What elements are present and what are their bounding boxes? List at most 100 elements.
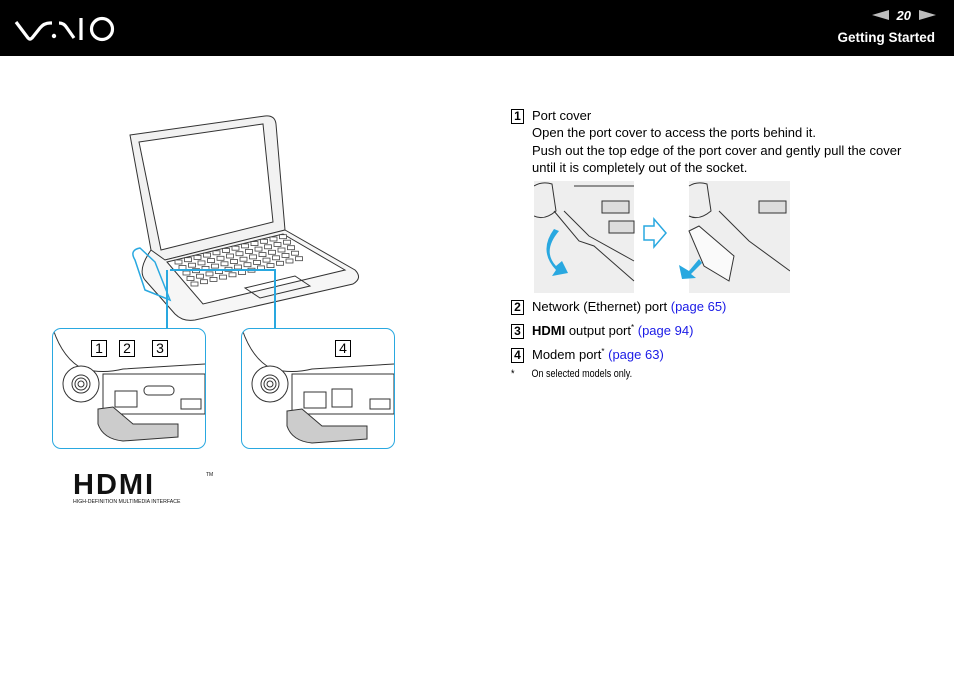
keyboard-key: [268, 249, 276, 255]
port-list: 1 Port cover Open the port cover to acce…: [511, 107, 931, 176]
keyboard-key: [238, 270, 246, 275]
page-94-link[interactable]: (page 94): [638, 323, 694, 338]
keyboard-key: [222, 248, 230, 253]
footnote-marker: *: [601, 346, 605, 356]
keyboard-key: [212, 250, 221, 256]
page-number: 20: [896, 7, 911, 23]
footnote-text: On selected models only.: [531, 367, 633, 380]
vaio-logo: [14, 16, 115, 42]
callout-line-right-h: [170, 269, 275, 271]
page-65-link[interactable]: (page 65): [671, 299, 727, 314]
port-list-continued: 2 Network (Ethernet) port (page 65) 3 HD…: [511, 298, 931, 383]
label-3: 3: [152, 340, 168, 357]
keyboard-key: [193, 254, 202, 260]
keyboard-key: [276, 260, 284, 266]
keyboard-key: [235, 251, 244, 257]
keyboard-key: [197, 260, 206, 266]
keyboard-key: [281, 253, 290, 258]
keyboard-key: [241, 243, 249, 249]
next-page-icon[interactable]: [919, 10, 936, 20]
footnote-marker: *: [631, 322, 635, 332]
page-header: 20 Getting Started: [0, 0, 954, 56]
keyboard-key: [219, 274, 227, 280]
item-description: until it is completely out of the socket…: [532, 159, 748, 175]
item-bold-text: HDMI: [532, 322, 566, 338]
keyboard-key: [196, 273, 204, 279]
keyboard-key: [243, 262, 252, 268]
list-item-hdmi-port: 3 HDMI output port* (page 94): [511, 322, 931, 339]
keyboard-key: [264, 244, 272, 250]
keyboard-key: [216, 255, 225, 261]
label-4: 4: [335, 340, 351, 357]
keyboard-key: [273, 242, 282, 247]
keyboard-key: [226, 253, 234, 259]
keyboard-key: [295, 256, 303, 262]
hdmi-logo-text: HDMI: [73, 470, 155, 501]
list-item-network-port: 2 Network (Ethernet) port (page 65): [511, 298, 931, 315]
item-text: output port: [565, 322, 631, 338]
keyboard-key: [220, 261, 229, 267]
item-title: Port cover: [532, 108, 592, 123]
ports-inset-right: 4: [241, 328, 395, 449]
keyboard-key: [205, 271, 214, 277]
keyboard-key: [188, 262, 196, 268]
keyboard-key: [262, 257, 271, 263]
callout-line-left: [166, 270, 168, 328]
hdmi-tm: TM: [206, 472, 213, 478]
item-description: Push out the top edge of the port cover …: [532, 142, 902, 158]
item-text: Network (Ethernet) port: [532, 299, 668, 314]
keyboard-key: [203, 252, 211, 258]
footnote-mark: *: [511, 367, 515, 380]
keyboard-key: [285, 258, 294, 264]
keyboard-key: [184, 257, 192, 263]
list-item-port-cover: 1 Port cover Open the port cover to acce…: [511, 107, 931, 176]
item-text: Modem port: [532, 346, 602, 362]
keyboard-key: [277, 247, 286, 253]
label-2: 2: [119, 340, 135, 357]
keyboard-key: [190, 281, 199, 287]
item-number: 3: [511, 323, 524, 339]
keyboard-key: [279, 234, 287, 240]
keyboard-key: [249, 254, 257, 260]
keyboard-key: [291, 250, 299, 256]
keyboard-key: [174, 259, 183, 265]
keyboard-key: [253, 259, 261, 265]
ports-inset-left: 1 2 3: [52, 328, 206, 449]
page-63-link[interactable]: (page 63): [608, 347, 664, 362]
keyboard-key: [182, 270, 191, 276]
item-number: 4: [511, 347, 524, 363]
keyboard-key: [266, 263, 275, 269]
keyboard-key: [258, 252, 267, 258]
page-navigation: 20: [871, 7, 936, 23]
keyboard-key: [250, 241, 259, 247]
port-cover-removal-illustration: [534, 181, 790, 293]
ports-illustration-right: [242, 329, 394, 444]
keyboard-key: [245, 248, 253, 254]
keyboard-key: [228, 272, 237, 278]
keyboard-key: [231, 245, 240, 251]
keyboard-key: [209, 276, 218, 282]
keyboard-key: [239, 256, 248, 262]
item-description: Open the port cover to access the ports …: [532, 125, 816, 141]
footnote: * On selected models only.: [511, 366, 855, 383]
item-number: 1: [511, 109, 524, 124]
label-1: 1: [91, 340, 107, 357]
keyboard-key: [260, 238, 268, 244]
keyboard-key: [287, 245, 295, 251]
callout-line-right: [274, 269, 276, 328]
keyboard-key: [254, 246, 263, 252]
keyboard-key: [211, 263, 219, 269]
keyboard-key: [283, 239, 291, 245]
previous-page-icon[interactable]: [871, 10, 889, 20]
keyboard-key: [200, 279, 208, 285]
list-item-modem-port: 4 Modem port* (page 63): [511, 346, 931, 363]
keyboard-key: [186, 276, 195, 281]
hdmi-logo: HDMI TM HIGH-DEFINITION MULTIMEDIA INTER…: [73, 470, 213, 505]
section-title: Getting Started: [837, 30, 935, 45]
keyboard-key: [269, 236, 278, 242]
keyboard-key: [272, 255, 280, 261]
keyboard-key: [207, 258, 215, 264]
item-number: 2: [511, 300, 524, 315]
hdmi-tagline: HIGH-DEFINITION MULTIMEDIA INTERFACE: [73, 499, 181, 505]
keyboard-key: [230, 259, 238, 264]
